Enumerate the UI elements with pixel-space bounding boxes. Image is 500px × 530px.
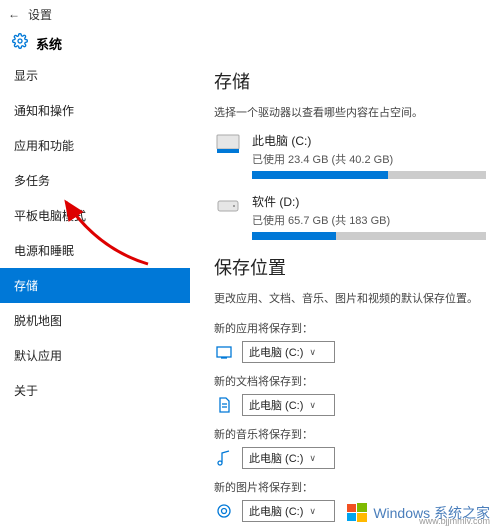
picture-icon [214, 501, 234, 521]
save-label: 新的音乐将保存到： [214, 426, 486, 442]
sidebar-item-display[interactable]: 显示 [0, 58, 190, 93]
main-content: 存储 选择一个驱动器以查看哪些内容在占空间。 此电脑 (C:) 已使用 23.4… [190, 58, 500, 530]
sidebar-item-storage[interactable]: 存储 [0, 268, 190, 303]
document-icon [214, 395, 234, 415]
save-title: 保存位置 [214, 254, 486, 280]
drive-bar [252, 232, 486, 240]
save-group-docs: 新的文档将保存到： 此电脑 (C:)∨ [214, 373, 486, 416]
back-button[interactable]: ← [8, 7, 20, 21]
chevron-down-icon: ∨ [309, 453, 316, 464]
drive-name: 软件 (D:) [252, 193, 486, 210]
sidebar-item-defaultapps[interactable]: 默认应用 [0, 338, 190, 373]
save-label: 新的应用将保存到： [214, 320, 486, 336]
drive-usage: 已使用 65.7 GB (共 183 GB) [252, 212, 486, 228]
save-subtitle: 更改应用、文档、音乐、图片和视频的默认保存位置。 [214, 290, 486, 306]
save-label: 新的文档将保存到： [214, 373, 486, 389]
header: 系统 [0, 28, 500, 58]
app-icon [214, 342, 234, 362]
page-title: 系统 [36, 34, 62, 53]
titlebar: ← 设置 [0, 0, 500, 28]
sidebar-item-maps[interactable]: 脱机地图 [0, 303, 190, 338]
save-label: 新的图片将保存到： [214, 479, 486, 495]
chevron-down-icon: ∨ [309, 506, 316, 517]
storage-title: 存储 [214, 68, 486, 94]
titlebar-label: 设置 [28, 6, 52, 23]
sidebar-item-apps[interactable]: 应用和功能 [0, 128, 190, 163]
chevron-down-icon: ∨ [309, 347, 316, 358]
watermark: Windows 系统之家 www.bjjmmlv.com [347, 502, 490, 524]
save-group-music: 新的音乐将保存到： 此电脑 (C:)∨ [214, 426, 486, 469]
windows-logo-icon [347, 502, 369, 524]
sidebar-item-tablet[interactable]: 平板电脑模式 [0, 198, 190, 233]
drive-row[interactable]: 此电脑 (C:) 已使用 23.4 GB (共 40.2 GB) [214, 132, 486, 179]
sidebar-item-about[interactable]: 关于 [0, 373, 190, 408]
sidebar: 显示 通知和操作 应用和功能 多任务 平板电脑模式 电源和睡眠 存储 脱机地图 … [0, 58, 190, 530]
save-select-music[interactable]: 此电脑 (C:)∨ [242, 447, 335, 469]
drive-row[interactable]: 软件 (D:) 已使用 65.7 GB (共 183 GB) [214, 193, 486, 240]
drive-icon [214, 132, 242, 156]
sidebar-item-notifications[interactable]: 通知和操作 [0, 93, 190, 128]
chevron-down-icon: ∨ [309, 400, 316, 411]
save-group-apps: 新的应用将保存到： 此电脑 (C:)∨ [214, 320, 486, 363]
music-icon [214, 448, 234, 468]
save-select-docs[interactable]: 此电脑 (C:)∨ [242, 394, 335, 416]
sidebar-item-power[interactable]: 电源和睡眠 [0, 233, 190, 268]
save-select-pics[interactable]: 此电脑 (C:)∨ [242, 500, 335, 522]
drive-icon [214, 193, 242, 217]
storage-subtitle: 选择一个驱动器以查看哪些内容在占空间。 [214, 104, 486, 120]
save-select-apps[interactable]: 此电脑 (C:)∨ [242, 341, 335, 363]
drive-bar [252, 171, 486, 179]
gear-icon [12, 33, 28, 54]
drive-usage: 已使用 23.4 GB (共 40.2 GB) [252, 151, 486, 167]
drive-name: 此电脑 (C:) [252, 132, 486, 149]
sidebar-item-multitask[interactable]: 多任务 [0, 163, 190, 198]
watermark-url: www.bjjmmlv.com [419, 516, 490, 526]
